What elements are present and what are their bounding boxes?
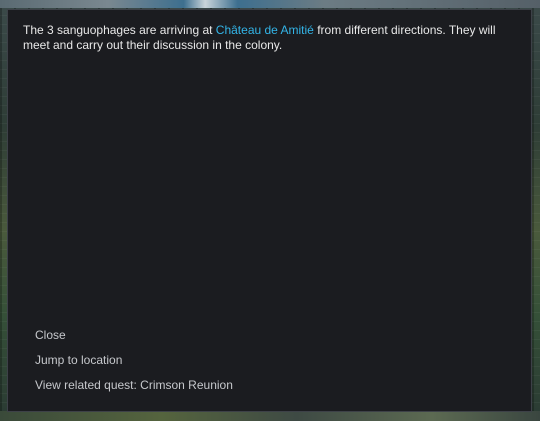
location-link: Château de Amitié <box>215 23 314 37</box>
dialog-options: Close Jump to location View related ques… <box>35 328 233 403</box>
letter-dialog: The 3 sanguophages are arriving at Châte… <box>7 9 532 412</box>
view-related-quest-option[interactable]: View related quest: Crimson Reunion <box>35 378 233 392</box>
message-text-start: The 3 sanguophages are arriving at <box>23 23 216 37</box>
close-option[interactable]: Close <box>35 328 233 342</box>
jump-to-location-option[interactable]: Jump to location <box>35 353 233 367</box>
game-map-top-edge <box>0 0 540 8</box>
game-map-bottom-edge <box>0 411 540 421</box>
dialog-message: The 3 sanguophages are arriving at Châte… <box>23 23 518 53</box>
